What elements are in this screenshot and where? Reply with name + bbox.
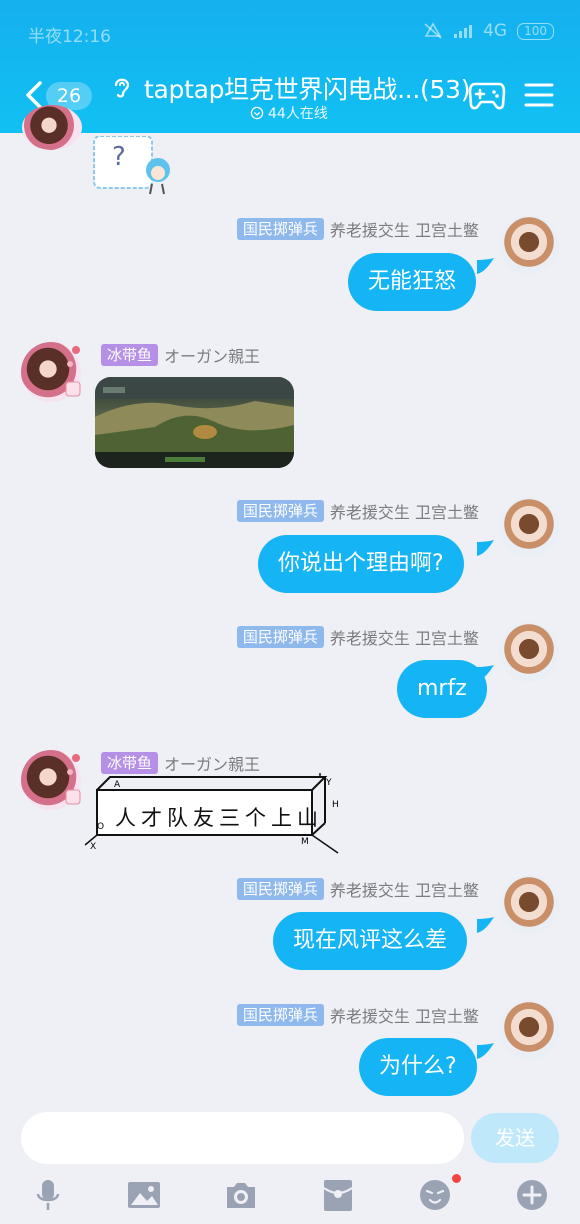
status-bar: 半夜12:16 4G 100 (0, 0, 580, 60)
message-bubble[interactable]: 无能狂怒 (348, 253, 477, 311)
message-bubble[interactable]: 你说出个理由啊? (258, 535, 464, 593)
sender-name[interactable]: オーガン親王 (164, 343, 260, 367)
online-status: 44人在线 (250, 103, 328, 123)
plus-icon[interactable] (515, 1178, 549, 1212)
sticker-axis-m: M (301, 837, 309, 847)
chat-title[interactable]: taptap坦克世界闪电战...(53) (144, 70, 470, 106)
sender-name[interactable]: オーガン親王 (164, 751, 260, 775)
ear-icon (114, 78, 130, 98)
battery-icon: 100 (517, 22, 554, 40)
sender-row: 冰带鱼 オーガン親王 (101, 751, 260, 775)
sticker-text: 人才队友三个上山 (115, 806, 323, 830)
member-tag: 国民掷弹兵 (236, 1004, 324, 1026)
bubble-tail (477, 665, 494, 681)
bubble-tail (477, 258, 494, 274)
member-tag: 冰带鱼 (101, 752, 159, 774)
avatar[interactable] (499, 215, 559, 275)
sticker-axis-x: X (90, 842, 96, 852)
sender-name[interactable]: 养老援交生 卫宫土鳖 (330, 877, 479, 901)
signal-icon (454, 25, 473, 38)
tank-battle-screenshot (95, 377, 294, 468)
message-input[interactable] (21, 1112, 464, 1164)
menu-icon[interactable] (524, 82, 554, 108)
bubble-tail (477, 540, 494, 556)
sender-row: 国民掷弹兵 养老援交生 卫宫土鳖 (236, 499, 479, 523)
camera-icon[interactable] (224, 1178, 258, 1212)
online-indicator-icon (250, 106, 264, 120)
message-bubble[interactable]: 为什么? (359, 1038, 477, 1096)
avatar[interactable] (499, 1000, 559, 1060)
avatar[interactable] (499, 875, 559, 935)
member-tag: 国民掷弹兵 (236, 878, 324, 900)
bubble-tail (477, 917, 494, 933)
message-bubble[interactable]: 现在风评这么差 (273, 912, 468, 970)
red-packet-icon[interactable] (321, 1178, 355, 1212)
sender-name[interactable]: 养老援交生 卫宫土鳖 (330, 625, 479, 649)
avatar[interactable] (499, 622, 559, 682)
send-button[interactable]: 发送 (471, 1113, 559, 1163)
notification-dot (452, 1174, 461, 1183)
image-message[interactable] (95, 377, 294, 468)
status-icons: 4G 100 (423, 21, 554, 41)
message-bubble[interactable]: mrfz (397, 660, 487, 718)
image-icon[interactable] (127, 1178, 161, 1212)
sender-row: 冰带鱼 オーガン親王 (101, 343, 260, 367)
sender-row: 国民掷弹兵 养老援交生 卫宫土鳖 (236, 1003, 479, 1027)
sticker-axis-h: H (332, 800, 339, 810)
sender-name[interactable]: 养老援交生 卫宫土鳖 (330, 499, 479, 523)
bubble-tail (477, 1043, 494, 1059)
sender-row: 国民掷弹兵 养老援交生 卫宫土鳖 (236, 625, 479, 649)
member-tag: 国民掷弹兵 (236, 500, 324, 522)
member-tag: 国民掷弹兵 (236, 218, 324, 240)
sticker-axis-y: Y (325, 778, 332, 788)
sender-name[interactable]: 养老援交生 卫宫土鳖 (330, 1003, 479, 1027)
chat-header: 半夜12:16 4G 100 26 taptap坦克世界闪电战...(53) 4… (0, 0, 580, 133)
sticker-axis-a: A (114, 780, 121, 790)
gamepad-icon[interactable] (468, 78, 506, 112)
microphone-icon[interactable] (31, 1178, 65, 1212)
sticker-question-text: ? (112, 142, 126, 172)
online-count: 44人在线 (268, 106, 328, 122)
sender-name[interactable]: 养老援交生 卫宫土鳖 (330, 217, 479, 241)
member-tag: 冰带鱼 (101, 344, 159, 366)
member-tag: 国民掷弹兵 (236, 626, 324, 648)
question-sticker[interactable] (92, 136, 176, 196)
sticker-axis-o: O (97, 822, 104, 832)
emoji-icon[interactable] (418, 1178, 452, 1212)
network-type: 4G (483, 21, 508, 41)
status-time: 半夜12:16 (28, 27, 111, 47)
sender-row: 国民掷弹兵 养老援交生 卫宫土鳖 (236, 877, 479, 901)
avatar[interactable] (22, 105, 82, 150)
silent-icon (424, 22, 442, 39)
avatar-decoration-icon (65, 346, 81, 397)
avatar[interactable] (499, 497, 559, 557)
sender-row: 国民掷弹兵 养老援交生 卫宫土鳖 (236, 217, 479, 241)
